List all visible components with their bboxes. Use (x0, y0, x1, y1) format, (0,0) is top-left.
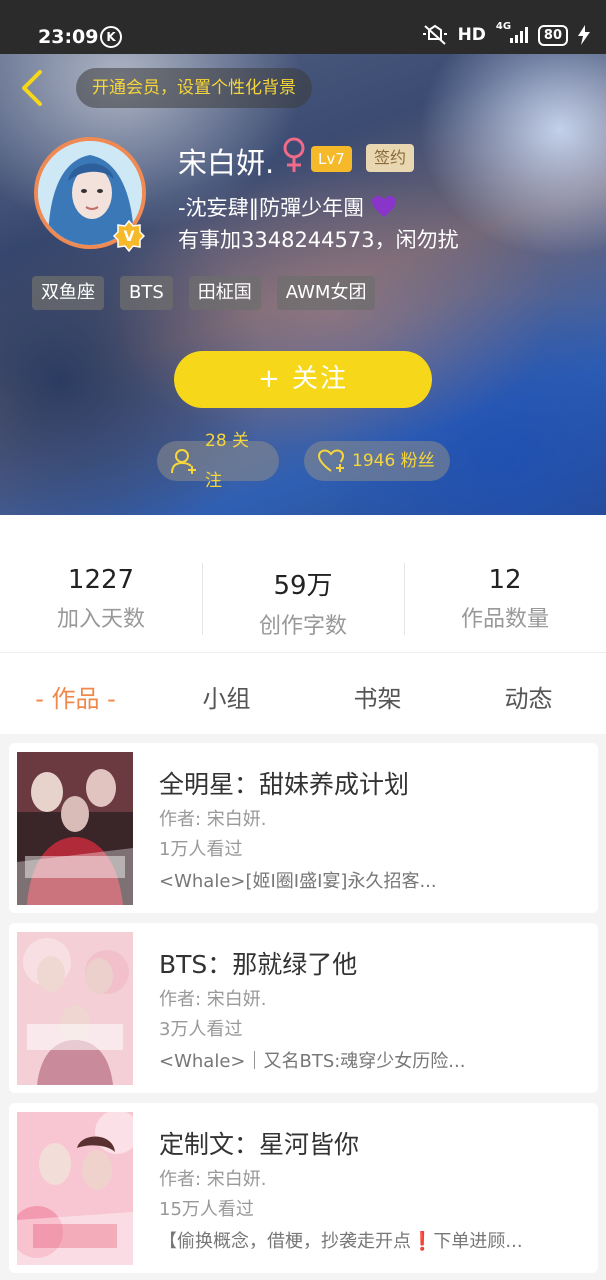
tag-item[interactable]: AWM女团 (276, 276, 376, 310)
work-cover-image (17, 752, 133, 905)
status-time: 23:09 (38, 26, 99, 48)
tag-item[interactable]: BTS (120, 276, 173, 310)
bio-line-1-text: -沈妄肆‖防彈少年團 (178, 196, 365, 220)
tab-works[interactable]: - 作品 - (0, 679, 151, 714)
tag-item[interactable]: 田柾国 (188, 276, 261, 310)
verified-v-badge-icon: V (113, 220, 145, 252)
add-person-icon (171, 449, 196, 474)
stat-label: 作品数量 (460, 607, 549, 632)
work-card[interactable]: 定制文：星河皆你 作者: 宋白妍. 15万人看过 【偷换概念，借梗，抄袭走开点❗… (9, 1103, 598, 1273)
work-author: 作者: 宋白妍. (159, 989, 267, 1010)
work-views: 15万人看过 (159, 1199, 254, 1220)
status-bar: 23:09 K HD 4G 80 (0, 0, 606, 54)
network-hd-label: HD (457, 25, 486, 45)
vibrate-mute-icon (422, 24, 447, 45)
fans-count-pill[interactable]: 1946 粉丝 (304, 441, 450, 481)
stat-label: 创作字数 (258, 614, 347, 639)
purple-heart-icon (371, 196, 396, 217)
back-arrow-icon[interactable] (18, 68, 46, 108)
female-symbol-icon (283, 137, 305, 172)
level-badge: Lv7 (311, 146, 352, 172)
signal-icon: 4G (496, 21, 528, 43)
bio-line-2: 有事加3348244573，闲勿扰 (178, 228, 459, 252)
work-description: <Whale>[姬I圈I盛I宴]永久招客... (159, 871, 437, 892)
stat-join-days: 1227 加入天数 (0, 565, 202, 633)
status-right-group: HD 4G 80 (422, 21, 590, 46)
signed-badge: 签约 (366, 144, 415, 172)
work-cover-image (17, 932, 133, 1085)
work-views: 1万人看过 (159, 839, 243, 860)
work-author: 作者: 宋白妍. (159, 809, 267, 830)
carrier-k-icon: K (100, 26, 122, 48)
tab-bookshelf[interactable]: 书架 (302, 679, 453, 714)
stat-label: 加入天数 (56, 607, 145, 632)
following-count-label: 28 关注 (205, 431, 250, 491)
stat-value: 59万 (273, 571, 333, 601)
vip-background-banner[interactable]: 开通会员，设置个性化背景 (76, 68, 312, 108)
work-title: BTS：那就绿了他 (159, 950, 358, 979)
signal-label: 4G (495, 21, 512, 32)
tab-activity[interactable]: 动态 (453, 679, 604, 714)
work-card[interactable]: BTS：那就绿了他 作者: 宋白妍. 3万人看过 <Whale>｜又名BTS:魂… (9, 923, 598, 1093)
work-description: <Whale>｜又名BTS:魂穿少女历险... (159, 1051, 466, 1072)
fans-count-label: 1946 粉丝 (352, 451, 435, 471)
user-name: 宋白妍. (178, 146, 275, 180)
bio-line-1: -沈妄肆‖防彈少年團 (178, 192, 397, 222)
profile-stats: 1227 加入天数 59万 创作字数 12 作品数量 (0, 515, 606, 652)
work-description: 【偷换概念，借梗，抄袭走开点❗下单进顾... (159, 1231, 523, 1252)
work-cover-image (17, 1112, 133, 1265)
heart-outline-icon (318, 449, 345, 472)
work-title: 定制文：星河皆你 (159, 1130, 360, 1159)
profile-header: 23:09 K HD 4G 80 开通会员，设置个性化背景 V 宋白妍. Lv7… (0, 0, 606, 515)
tag-list: 双鱼座 BTS 田柾国 AWM女团 (32, 276, 376, 310)
work-views: 3万人看过 (159, 1019, 243, 1040)
work-author: 作者: 宋白妍. (159, 1169, 267, 1190)
following-count-pill[interactable]: 28 关注 (157, 431, 279, 491)
follow-button[interactable]: + 关注 (174, 351, 432, 408)
svg-text:V: V (124, 229, 135, 245)
work-card[interactable]: 全明星：甜妹养成计划 作者: 宋白妍. 1万人看过 <Whale>[姬I圈I盛I… (9, 743, 598, 913)
stat-value: 12 (488, 565, 522, 595)
stat-value: 1227 (67, 565, 135, 595)
stat-works-count: 12 作品数量 (404, 565, 606, 633)
tab-groups[interactable]: 小组 (151, 679, 302, 714)
profile-tabs: - 作品 - 小组 书架 动态 (0, 652, 606, 734)
battery-icon: 80 (537, 24, 568, 46)
stat-word-count: 59万 创作字数 (202, 565, 404, 640)
work-title: 全明星：甜妹养成计划 (159, 770, 410, 799)
tag-item[interactable]: 双鱼座 (32, 276, 104, 310)
charging-bolt-icon (578, 25, 590, 45)
